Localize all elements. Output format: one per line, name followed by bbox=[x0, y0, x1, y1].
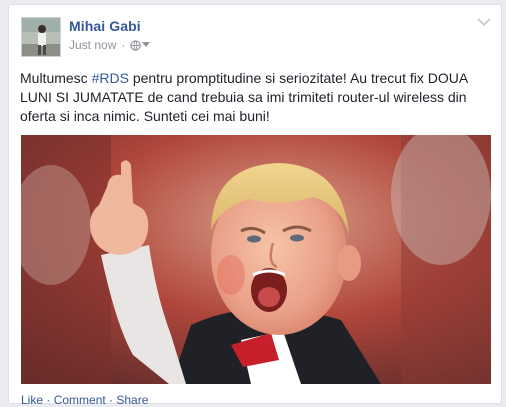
action-separator: · bbox=[43, 393, 54, 407]
child-shouting-photo bbox=[21, 135, 491, 384]
globe-icon bbox=[130, 39, 142, 51]
caret-down-icon bbox=[142, 42, 151, 47]
comment-link[interactable]: Comment bbox=[54, 393, 106, 407]
post-card: Mihai Gabi Just now · Multumesc #RDS pen… bbox=[8, 4, 502, 407]
message-text-start: Multumesc bbox=[20, 70, 92, 86]
hashtag-link[interactable]: #RDS bbox=[92, 70, 129, 86]
like-link[interactable]: Like bbox=[21, 393, 43, 407]
meta-separator: · bbox=[121, 38, 126, 52]
post-meta: Just now · bbox=[69, 38, 151, 52]
post-message: Multumesc #RDS pentru promptitudine si s… bbox=[20, 69, 490, 126]
chevron-down-icon[interactable] bbox=[477, 17, 491, 27]
post-timestamp[interactable]: Just now bbox=[69, 38, 116, 52]
post-actions: Like · Comment · Share bbox=[21, 393, 148, 407]
author-name[interactable]: Mihai Gabi bbox=[69, 18, 141, 34]
post-photo[interactable] bbox=[21, 135, 491, 384]
audience-selector[interactable] bbox=[130, 39, 151, 51]
author-avatar[interactable] bbox=[21, 17, 61, 57]
share-link[interactable]: Share bbox=[116, 393, 148, 407]
avatar-photo bbox=[22, 18, 60, 56]
action-separator: · bbox=[105, 393, 117, 407]
